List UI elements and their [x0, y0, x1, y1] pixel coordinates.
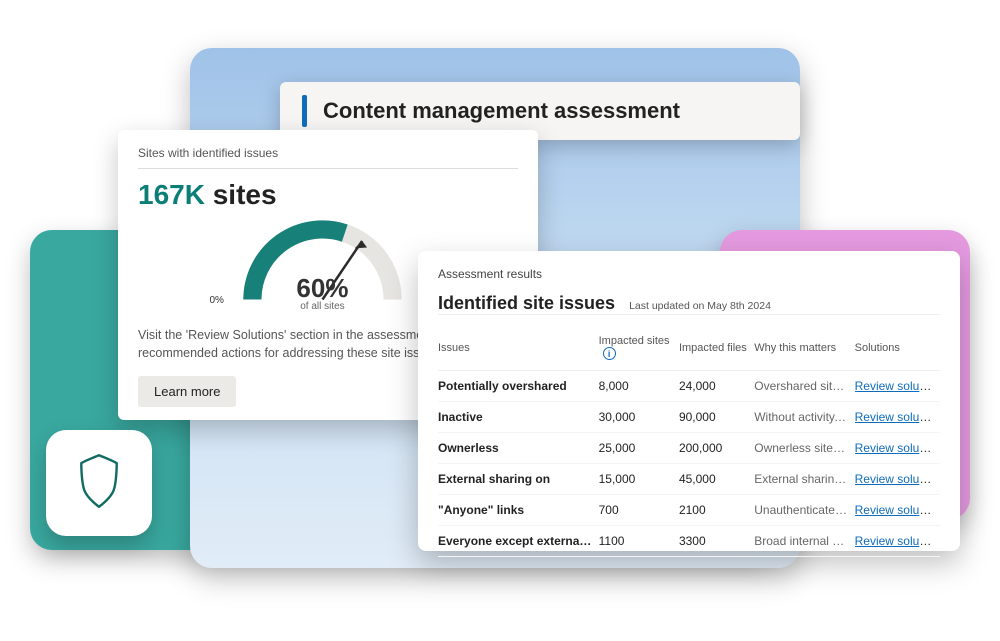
review-solutions-link[interactable]: Review solutions [855, 472, 940, 486]
col-impacted-sites: Impacted sites i [599, 327, 679, 371]
issue-files: 3300 [679, 526, 754, 557]
issue-why: Without activity, sit… [754, 402, 854, 433]
issues-table-header-row: Issues Impacted sites i Impacted files W… [438, 327, 940, 371]
sites-card-subtitle: Sites with identified issues [138, 146, 518, 169]
issue-name: Potentially overshared [438, 371, 599, 402]
table-row: "Anyone" links 700 2100 Unauthenticated … [438, 495, 940, 526]
issue-why: Unauthenticated ac… [754, 495, 854, 526]
table-row: Everyone except external users 1100 3300… [438, 526, 940, 557]
col-impacted-files: Impacted files [679, 327, 754, 371]
review-solutions-link[interactable]: Review solutions [855, 410, 940, 424]
issues-table-body: Potentially overshared 8,000 24,000 Over… [438, 371, 940, 557]
sites-count-headline: 167K sites [138, 179, 518, 211]
review-solutions-link[interactable]: Review solutions [855, 503, 940, 517]
learn-more-button[interactable]: Learn more [138, 376, 236, 407]
shield-icon [72, 452, 126, 515]
issue-why: External sharing wit… [754, 464, 854, 495]
issue-files: 200,000 [679, 433, 754, 464]
issue-files: 45,000 [679, 464, 754, 495]
shield-tile [46, 430, 152, 536]
results-heading: Identified site issues [438, 293, 615, 314]
assessment-title: Content management assessment [323, 98, 680, 124]
issue-name: Ownerless [438, 433, 599, 464]
issues-table: Issues Impacted sites i Impacted files W… [438, 327, 940, 557]
issue-sites: 15,000 [599, 464, 679, 495]
table-row: Potentially overshared 8,000 24,000 Over… [438, 371, 940, 402]
issue-name: "Anyone" links [438, 495, 599, 526]
sites-count-unit: sites [213, 179, 277, 210]
issue-name: External sharing on [438, 464, 599, 495]
review-solutions-link[interactable]: Review solutions [855, 534, 940, 548]
issue-why: Ownerless sites lack… [754, 433, 854, 464]
info-icon[interactable]: i [603, 347, 616, 360]
issue-sites: 8,000 [599, 371, 679, 402]
col-solutions: Solutions [855, 327, 940, 371]
sites-count-value: 167K [138, 179, 205, 210]
table-row: Inactive 30,000 90,000 Without activity,… [438, 402, 940, 433]
issue-sites: 700 [599, 495, 679, 526]
col-why: Why this matters [754, 327, 854, 371]
issue-sites: 30,000 [599, 402, 679, 433]
title-accent-bar [302, 95, 307, 127]
gauge-percent: 60% [296, 275, 348, 301]
issue-sites: 1100 [599, 526, 679, 557]
table-row: External sharing on 15,000 45,000 Extern… [438, 464, 940, 495]
issue-name: Everyone except external users [438, 526, 599, 557]
review-solutions-link[interactable]: Review solutions [855, 441, 940, 455]
issue-name: Inactive [438, 402, 599, 433]
issue-sites: 25,000 [599, 433, 679, 464]
issue-files: 2100 [679, 495, 754, 526]
gauge-min-label: 0% [209, 295, 223, 312]
col-issues: Issues [438, 327, 599, 371]
assessment-results-card: Assessment results Identified site issue… [418, 251, 960, 551]
gauge-sublabel: of all sites [300, 301, 344, 312]
col-impacted-sites-label: Impacted sites [599, 335, 670, 347]
review-solutions-link[interactable]: Review solutions [855, 379, 940, 393]
issue-files: 24,000 [679, 371, 754, 402]
issue-why: Broad internal shari… [754, 526, 854, 557]
results-last-updated: Last updated on May 8th 2024 [629, 300, 771, 312]
gauge-chart: 60% of all sites [240, 217, 405, 312]
issue-why: Overshared sites ca… [754, 371, 854, 402]
issue-files: 90,000 [679, 402, 754, 433]
results-pre-heading: Assessment results [438, 267, 940, 281]
table-row: Ownerless 25,000 200,000 Ownerless sites… [438, 433, 940, 464]
